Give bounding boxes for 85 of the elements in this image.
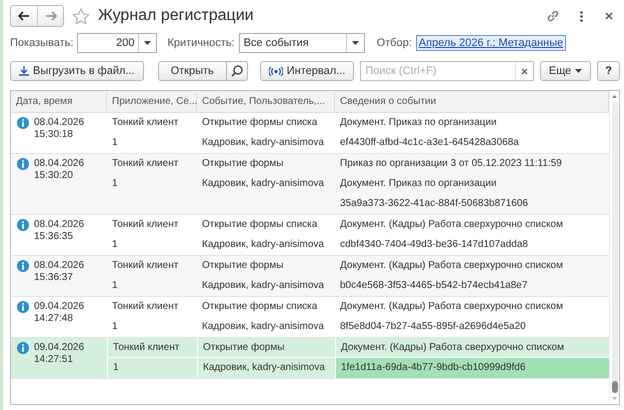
- severity-select[interactable]: Все события: [238, 33, 365, 53]
- table-cell-text: Открытие формы списка: [201, 116, 318, 130]
- star-icon: [72, 8, 90, 24]
- table-cell-text: Тонкий клиент: [111, 300, 180, 314]
- zoom-button[interactable]: [226, 61, 248, 81]
- table-cell-text: 1: [111, 136, 119, 150]
- table-cell-text: 1: [111, 238, 119, 252]
- severity-label: Критичность:: [167, 37, 235, 49]
- date-time: 08.04.2026 15:36:37: [34, 260, 84, 284]
- table-cell-text: 1: [111, 177, 119, 191]
- table-cell-text: Кадровик, kadry-anisimova: [201, 320, 325, 334]
- table-cell-text: Тонкий клиент: [111, 157, 180, 171]
- table-row[interactable]: 08.04.2026 15:36:37 Тонкий клиент 1 Открытие формы Кадровик, kadry-anisimova Документ. (Кадры) Работа сверхурочно списком b0c4e568-3f53-4465-b542-b74ecb41a8e7: [11, 256, 609, 297]
- date-time: 08.04.2026 15:30:20: [34, 158, 84, 182]
- table-cell-text: 35a9a373-3622-41ac-884f-50683b871606: [339, 197, 529, 211]
- table-cell-text: Документ. Приказ по организации: [339, 116, 498, 130]
- table-cell-text: Документ. Приказ по организации: [339, 177, 498, 191]
- filter-link[interactable]: Апрель 2026 г.; Метаданные: [416, 35, 566, 51]
- link-icon: [546, 9, 560, 23]
- table-cell-text: Кадровик, kadry-anisimova: [202, 361, 326, 375]
- table-cell: Тонкий клиент: [108, 338, 197, 358]
- table-cell-text: 1: [111, 279, 119, 293]
- info-icon: [17, 117, 29, 129]
- table-cell-text: 8f5e8d04-7b27-4a55-895f-a2696d4e5a20: [339, 320, 527, 334]
- table-cell-text: 1: [111, 320, 119, 334]
- show-count-field[interactable]: 200: [77, 33, 158, 53]
- date-time: 08.04.2026 15:30:18: [34, 117, 84, 141]
- table-cell-text: Открытие формы: [201, 157, 284, 171]
- magnifier-icon: [230, 65, 243, 77]
- info-icon: [17, 219, 29, 231]
- date-time: 09.04.2026 14:27:48: [34, 301, 84, 325]
- table-cell-text: Документ. (Кадры) Работа сверхурочно списком: [339, 259, 564, 273]
- table-cell-text: Тонкий клиент: [111, 116, 180, 130]
- open-button[interactable]: Открыть: [158, 61, 227, 81]
- scrollbar[interactable]: [609, 91, 619, 404]
- download-icon: [19, 66, 29, 76]
- caret-icon: [575, 69, 582, 73]
- window-title: Журнал регистрации: [98, 7, 255, 25]
- column-header[interactable]: Приложение, Се...: [107, 91, 197, 112]
- table-cell-text: Кадровик, kadry-anisimova: [201, 238, 325, 252]
- table-cell-text: Приказ по организации 3 от 05.12.2023 11:11:59: [339, 157, 563, 171]
- kebab-icon: [580, 10, 582, 22]
- info-icon: [17, 342, 29, 354]
- table-cell-text: Открытие формы: [201, 259, 284, 273]
- table-cell: Открытие формы: [198, 338, 335, 358]
- interval-button[interactable]: Интервал...: [260, 61, 354, 81]
- table-cell-text: Открытие формы списка: [201, 218, 318, 232]
- search-field[interactable]: Поиск (Ctrl+F): [360, 61, 534, 81]
- date-time: 08.04.2026 15:36:35: [34, 219, 84, 243]
- info-icon: [17, 301, 29, 313]
- current-cell: 1fe1d11a-69da-4b77-9bdb-cb10999d9fd6: [336, 358, 609, 378]
- more-button[interactable]: Еще: [540, 61, 592, 81]
- table-cell-text: Открытие формы списка: [201, 300, 318, 314]
- selected-table-row[interactable]: 09.04.2026 14:27:51 Тонкий клиент 1 Открытие формы Кадровик, kadry-anisimova Документ. (Кадры) Работа сверхурочно списком 1fe1d11a-69da-4b77-9bdb-cb10999d9fd6: [11, 338, 609, 379]
- table-cell-text: Тонкий клиент: [111, 218, 180, 232]
- table-cell-text: cdbf4340-7404-49d3-be36-147d107adda8: [339, 238, 529, 252]
- column-header[interactable]: Дата, время: [11, 91, 107, 112]
- table-cell-text: Документ. (Кадры) Работа сверхурочно списком: [339, 300, 564, 314]
- info-icon: [17, 158, 29, 170]
- table-cell-text: Документ. (Кадры) Работа сверхурочно списком: [339, 218, 564, 232]
- table-cell-text: 1: [112, 361, 120, 375]
- table-cell-text: Кадровик, kadry-anisimova: [201, 177, 325, 191]
- info-icon: [17, 260, 29, 272]
- close-icon: [605, 12, 613, 20]
- export-button[interactable]: Выгрузить в файл...: [10, 61, 144, 81]
- scroll-up-icon[interactable]: [612, 95, 617, 98]
- column-header[interactable]: Сведения о событии: [335, 91, 609, 112]
- arrow-left-icon: [18, 11, 30, 21]
- arrow-right-icon: [44, 11, 56, 21]
- table-cell-text: b0c4e568-3f53-4465-b542-b74ecb41a8e7: [339, 279, 528, 293]
- table-cell-text: Кадровик, kadry-anisimova: [201, 279, 325, 293]
- scroll-thumb[interactable]: [612, 381, 618, 393]
- filter-label: Отбор:: [376, 37, 412, 49]
- column-header[interactable]: Событие, Пользователь,...: [197, 91, 335, 112]
- caret-icon: [352, 41, 359, 45]
- table-cell-text: Тонкий клиент: [111, 259, 180, 273]
- close-icon: [520, 68, 528, 74]
- radio-waves-icon: [268, 66, 283, 76]
- caret-icon: [144, 41, 152, 45]
- table-row[interactable]: 08.04.2026 15:30:20 Тонкий клиент 1 Открытие формы Кадровик, kadry-anisimova Приказ по организации 3 от 05.12.2023 11:11:59 Документ. Приказ по организации 35a9a373-3622-41ac-884f-50683b871606: [11, 154, 609, 215]
- help-button[interactable]: ?: [597, 61, 620, 81]
- show-label: Показывать:: [10, 37, 74, 49]
- date-time: 09.04.2026 14:27:51: [34, 342, 84, 366]
- table-cell-text: Кадровик, kadry-anisimova: [201, 136, 325, 150]
- table-cell-text: ef4430ff-afbd-4c1c-a3e1-645428a3068a: [339, 136, 520, 150]
